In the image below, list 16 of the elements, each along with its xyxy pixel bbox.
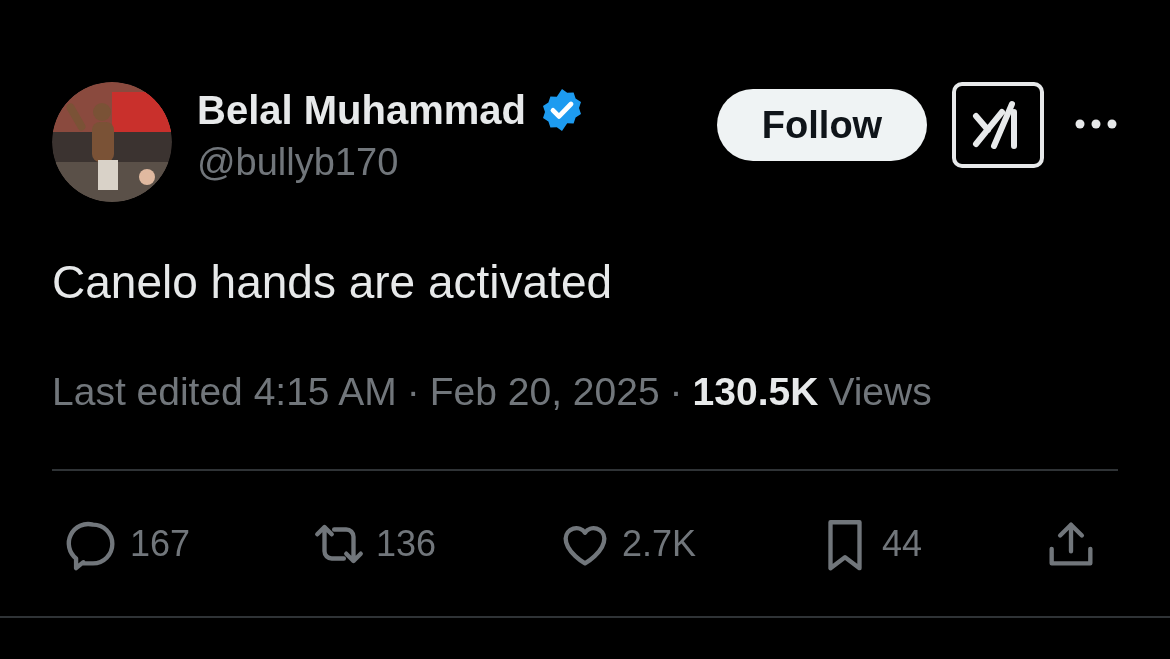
views-count: 130.5K xyxy=(692,369,819,415)
follow-button[interactable]: Follow xyxy=(717,89,927,161)
reply-button[interactable]: 167 xyxy=(64,514,191,573)
more-options-icon[interactable] xyxy=(1074,118,1118,130)
bookmark-button[interactable]: 44 xyxy=(816,514,923,573)
post-text: Canelo hands are activated xyxy=(52,255,614,310)
author-name[interactable]: Belal Muhammad xyxy=(197,82,526,138)
views-label: Views xyxy=(828,369,932,415)
author-handle[interactable]: @bullyb170 xyxy=(197,138,586,186)
like-button[interactable]: 2.7K xyxy=(556,514,697,573)
grok-logo-icon[interactable] xyxy=(952,82,1044,168)
separator-dot: · xyxy=(669,369,683,415)
separator-dot: · xyxy=(406,369,420,415)
post-date[interactable]: Feb 20, 2025 xyxy=(429,367,660,417)
edited-time[interactable]: Last edited 4:15 AM xyxy=(52,367,397,417)
repost-button[interactable]: 136 xyxy=(310,514,437,573)
